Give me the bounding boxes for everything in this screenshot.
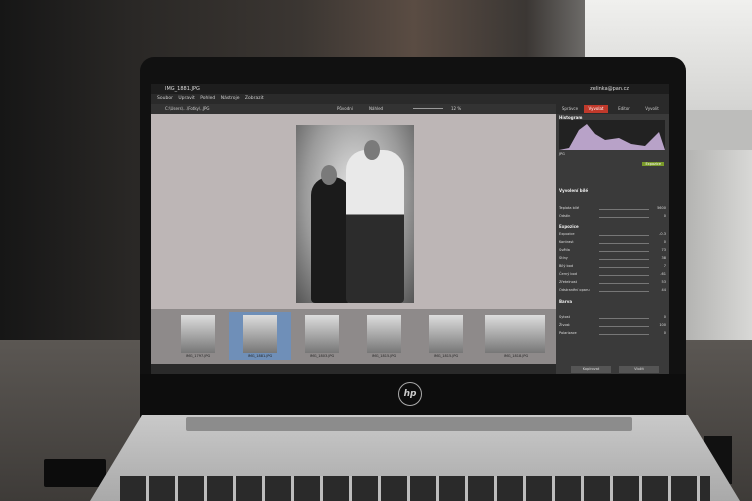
- histogram-graph: [559, 124, 665, 150]
- thumb-label: IMG_1815.JPG: [371, 354, 397, 358]
- slider-row[interactable]: Zřetelnost 53: [559, 280, 666, 286]
- section-color[interactable]: Barva: [559, 299, 572, 304]
- slider-row[interactable]: Expozice -0.3: [559, 232, 666, 238]
- status-bar: [151, 364, 556, 374]
- compare-dropdown[interactable]: Náhled: [369, 104, 383, 114]
- filmstrip-thumb[interactable]: IMG_1818.JPG: [477, 312, 555, 360]
- panel-buttons: Kopírovat Vložit: [559, 366, 666, 373]
- path-field[interactable]: C:\Users\...\Fotky\..JPG: [165, 106, 210, 111]
- thumb-label: IMG_1797.JPG: [185, 354, 211, 358]
- thumb-label: IMG_1803.JPG: [309, 354, 335, 358]
- slider-row[interactable]: Teplota bílé 5600: [559, 206, 666, 212]
- file-info-row: JPG: [559, 152, 666, 158]
- menu-bar: Soubor Upravit Pohled Nástroje Zobrazit: [151, 94, 669, 104]
- histogram: [559, 120, 665, 150]
- toolbar: C:\Users\...\Fotky\..JPG Původní Náhled …: [151, 104, 556, 114]
- photo-man: [346, 150, 404, 303]
- photo-woman-head: [321, 165, 337, 185]
- slider-row[interactable]: Kontrast 0: [559, 240, 666, 246]
- tab-editor[interactable]: Editor: [612, 105, 636, 113]
- account-label[interactable]: zelinka@pan.cz: [590, 84, 629, 94]
- thumb-label: IMG_1881.JPG: [247, 354, 273, 358]
- filmstrip-thumb-selected[interactable]: IMG_1881.JPG: [229, 312, 291, 360]
- tab-develop[interactable]: Vyvolat: [584, 105, 608, 113]
- tab-manager[interactable]: Správce: [558, 105, 582, 113]
- slider-row[interactable]: Sytost 0: [559, 315, 666, 321]
- laptop-hinge: [186, 417, 632, 431]
- mode-dropdown[interactable]: Původní: [337, 104, 353, 114]
- usb-device: [44, 459, 106, 487]
- filmstrip-thumb[interactable]: IMG_1815.JPG: [353, 312, 415, 360]
- slider-row[interactable]: Stíny 38: [559, 256, 666, 262]
- photo-woman: [311, 177, 351, 303]
- filmstrip-thumb[interactable]: IMG_1815.JPG: [415, 312, 477, 360]
- filmstrip-thumb[interactable]: IMG_1803.JPG: [291, 312, 353, 360]
- menu-file[interactable]: Soubor: [157, 96, 173, 101]
- slider-row[interactable]: Polarizace 0: [559, 331, 666, 337]
- menu-edit[interactable]: Upravit: [178, 96, 194, 101]
- zoom-level: 12 %: [451, 106, 462, 111]
- filmstrip: IMG_1797.JPG IMG_1881.JPG IMG_1803.JPG I…: [151, 309, 556, 364]
- zone-dropdown[interactable]: Expozice: [642, 162, 664, 166]
- slider-row[interactable]: Odstranění oparu 44: [559, 288, 666, 294]
- filmstrip-thumb[interactable]: IMG_1797.JPG: [167, 312, 229, 360]
- file-type: JPG: [559, 152, 565, 156]
- title-bar: IMG_1881.JPG zelinka@pan.cz: [151, 84, 669, 94]
- section-exposure[interactable]: Expozice: [559, 224, 579, 229]
- hp-logo: hp: [398, 382, 422, 406]
- tools-row: Expozice: [559, 162, 666, 169]
- section-white-balance[interactable]: Vyvolení bílé: [559, 188, 588, 193]
- thumb-label: IMG_1818.JPG: [503, 354, 529, 358]
- menu-view[interactable]: Pohled: [200, 96, 215, 101]
- shelf: [678, 110, 752, 150]
- photo-man-head: [364, 140, 380, 160]
- develop-panel: Správce Vyvolat Editor Vyvolit Histogram…: [556, 104, 669, 374]
- module-tabs: Správce Vyvolat Editor Vyvolit: [556, 104, 669, 114]
- paste-button[interactable]: Vložit: [619, 366, 659, 373]
- slider-row[interactable]: Bílý bod 7: [559, 264, 666, 270]
- main-photo: [296, 125, 414, 303]
- thumb-label: IMG_1815.JPG: [433, 354, 459, 358]
- slider-row[interactable]: Odstín 0: [559, 214, 666, 220]
- image-viewer[interactable]: [151, 114, 556, 309]
- laptop-screen: IMG_1881.JPG zelinka@pan.cz Soubor Uprav…: [151, 84, 669, 374]
- slider-row[interactable]: Černý bod -61: [559, 272, 666, 278]
- menu-display[interactable]: Zobrazit: [245, 96, 264, 101]
- window-title: IMG_1881.JPG: [165, 86, 200, 92]
- slider-row[interactable]: Světla 73: [559, 248, 666, 254]
- keyboard: [120, 476, 710, 501]
- menu-tools[interactable]: Nástroje: [221, 96, 240, 101]
- slider-row[interactable]: Živost 100: [559, 323, 666, 329]
- zoom-slider[interactable]: [413, 108, 443, 109]
- copy-button[interactable]: Kopírovat: [571, 366, 611, 373]
- tab-export[interactable]: Vyvolit: [640, 105, 664, 113]
